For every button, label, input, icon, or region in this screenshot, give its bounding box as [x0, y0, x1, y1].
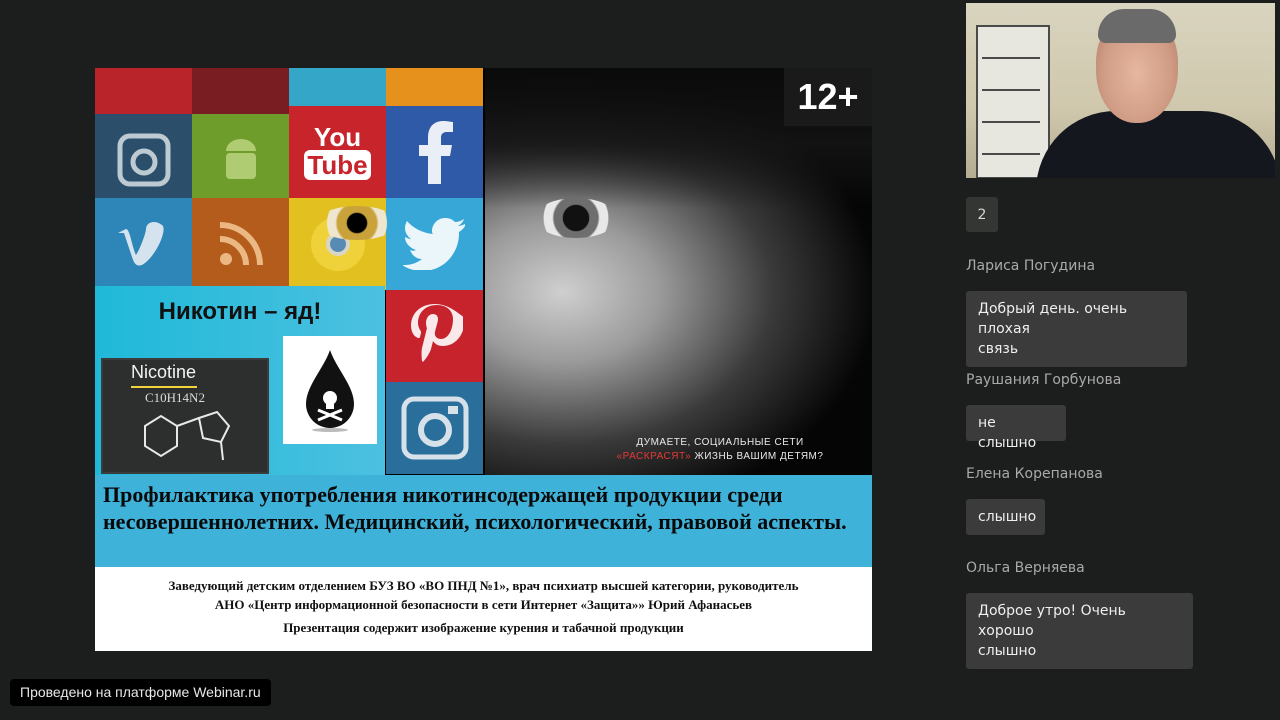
age-rating-badge: 12+	[784, 68, 872, 126]
instagram-icon	[95, 114, 192, 206]
android-icon	[192, 114, 289, 206]
chat-message-line: слышно	[978, 509, 1037, 525]
presenter-video[interactable]	[966, 3, 1275, 178]
chat-author: Раушания Горбунова	[966, 372, 1122, 388]
chat-message-line: связь	[978, 341, 1019, 357]
slide-hero-image: You Tube 12+ Никотин – яд! Nicotine C10H…	[95, 68, 872, 475]
presentation-slide: You Tube 12+ Никотин – яд! Nicotine C10H…	[95, 68, 872, 651]
poison-drop-icon	[306, 350, 354, 432]
youtube-label-tube: Tube	[304, 150, 371, 180]
slide-title-band: Профилактика употребления никотинсодержа…	[95, 475, 872, 567]
chat-message-line: слышно	[978, 643, 1037, 659]
tagline-highlight: «РАСКРАСЯТ»	[616, 451, 692, 462]
author-line-2: АНО «Центр информационной безопасности в…	[214, 597, 753, 612]
chat-message-line: Добрый день. очень плохая	[978, 301, 1128, 337]
slide-title: Профилактика употребления никотинсодержа…	[103, 482, 847, 534]
nicotine-chalkboard: Nicotine C10H14N2	[101, 358, 269, 474]
pinterest-icon	[386, 290, 483, 382]
chat-author: Лариса Погудина	[966, 258, 1096, 274]
presenter-hair	[1098, 9, 1176, 43]
youtube-icon: You Tube	[289, 106, 386, 198]
pinterest-icon	[95, 68, 192, 114]
chat-message-line: не слышно	[978, 415, 1037, 451]
content-disclaimer: Презентация содержит изображение курения…	[283, 620, 684, 635]
slide-author-info: Заведующий детским отделением БУЗ ВО «ВО…	[95, 567, 872, 651]
tagline-line-1: ДУМАЕТЕ, СОЦИАЛЬНЫЕ СЕТИ	[636, 437, 804, 448]
chat-author: Елена Корепанова	[966, 466, 1103, 482]
nicotine-panel: Никотин – яд! Nicotine C10H14N2	[95, 286, 385, 475]
instagram-icon	[386, 382, 483, 474]
vimeo-icon	[95, 198, 192, 290]
poison-drop-card	[283, 336, 377, 444]
youtube-label-you: You	[313, 122, 362, 152]
chat-author: Ольга Верняева	[966, 560, 1085, 576]
platform-badge[interactable]: Проведено на платформе Webinar.ru	[10, 679, 271, 706]
chat-message: слышно	[966, 499, 1045, 535]
nicotine-molecule-icon	[144, 410, 231, 461]
author-line-1: Заведующий детским отделением БУЗ ВО «ВО…	[168, 578, 799, 593]
chat-message: Доброе утро! Очень хорошо слышно	[966, 593, 1193, 669]
eye-illustration	[317, 206, 397, 240]
presenter-body	[1036, 111, 1275, 178]
twitter-icon	[386, 198, 483, 290]
bookshelf	[976, 25, 1050, 178]
nicotine-heading: Никотин – яд!	[158, 298, 322, 325]
participants-count-badge[interactable]: 2	[966, 197, 998, 232]
chat-message: не слышно	[966, 405, 1066, 451]
beats-icon	[192, 68, 289, 114]
chat-message-line: Доброе утро! Очень хорошо	[978, 603, 1126, 639]
rss-icon	[192, 198, 289, 290]
slide-tagline: ДУМАЕТЕ, СОЦИАЛЬНЫЕ СЕТИ «РАСКРАСЯТ» ЖИЗ…	[580, 436, 860, 464]
chalkboard-formula: C10H14N2	[145, 390, 205, 405]
chalkboard-title: Nicotine	[131, 362, 197, 382]
facebook-icon	[386, 106, 483, 198]
tagline-line-2: «РАСКРАСЯТ» ЖИЗНЬ ВАШИМ ДЕТЯМ?	[580, 450, 860, 464]
chat-message: Добрый день. очень плохая связь	[966, 291, 1187, 367]
tagline-rest: ЖИЗНЬ ВАШИМ ДЕТЯМ?	[691, 451, 824, 462]
eye-illustration	[535, 198, 617, 238]
chalkboard-underline	[131, 386, 197, 388]
